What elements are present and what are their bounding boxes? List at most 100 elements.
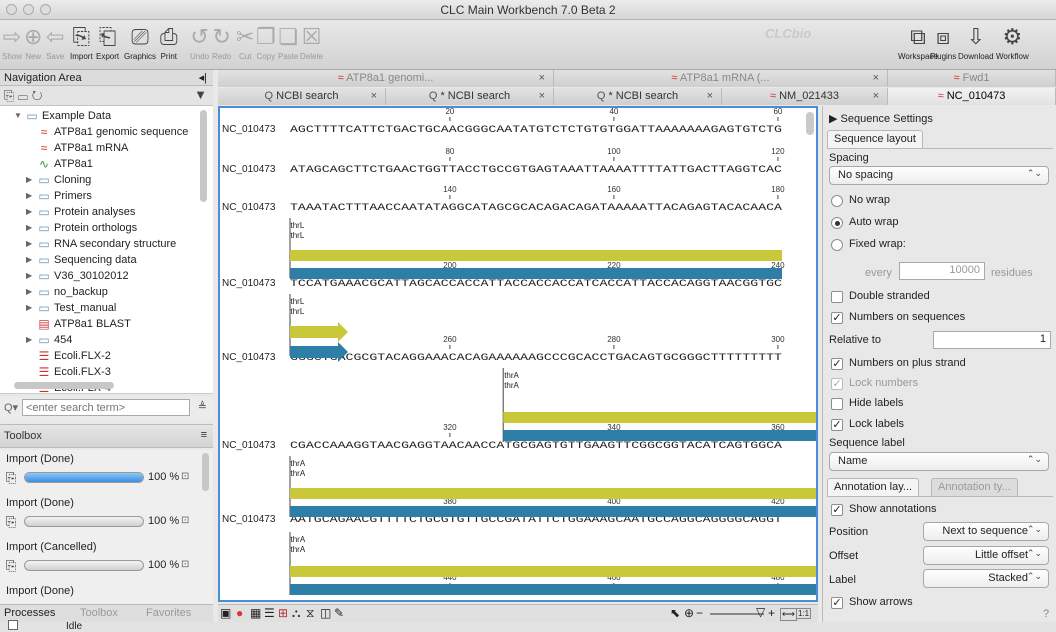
sequence-view-icon[interactable]: ▣: [220, 606, 231, 620]
workflow-button[interactable]: ⚙ Workflow: [996, 22, 1029, 61]
refresh-icon[interactable]: ↻: [32, 88, 43, 103]
tree-scrollbar[interactable]: [200, 110, 207, 202]
hide-labels-checkbox[interactable]: [831, 398, 843, 410]
cut-button[interactable]: ✂ Cut: [236, 22, 254, 61]
element-info-icon[interactable]: ◫: [320, 606, 331, 620]
fit-width-icon[interactable]: ⟷: [780, 608, 797, 621]
auto-wrap-radio[interactable]: [831, 217, 843, 229]
fixed-wrap-radio[interactable]: [831, 239, 843, 251]
table-view-icon[interactable]: ▦: [250, 606, 261, 620]
collapsed-arrow-icon[interactable]: ▶: [26, 204, 36, 220]
circular-view-icon[interactable]: ●: [236, 606, 243, 620]
collapsed-arrow-icon[interactable]: ▶: [26, 252, 36, 268]
collapsed-arrow-icon[interactable]: ▶: [26, 172, 36, 188]
editor-tab[interactable]: Q * NCBI search ×: [386, 88, 554, 105]
tab-processes[interactable]: Processes: [4, 607, 55, 619]
structure-view-icon[interactable]: ⛬: [292, 606, 300, 621]
lock-numbers-checkbox[interactable]: ✓: [831, 378, 843, 390]
relative-to-input[interactable]: 1: [933, 331, 1051, 349]
search-input[interactable]: [22, 399, 190, 416]
annotation-table-icon[interactable]: ⊞: [278, 606, 288, 620]
tab-sequence-layout[interactable]: Sequence layout: [827, 130, 923, 148]
every-input[interactable]: 10000: [899, 262, 985, 280]
close-tab-icon[interactable]: ×: [539, 88, 545, 105]
zoom-100-icon[interactable]: 1:1: [796, 608, 812, 619]
sequence-canvas[interactable]: 20 40 60 NC_010473 AGCTTTTCATTCTGACTGCAACGGG…: [220, 108, 816, 600]
editor-tab[interactable]: ≈ Fwd1: [888, 70, 1056, 87]
collapsed-arrow-icon[interactable]: ▶: [26, 300, 36, 316]
delete-button[interactable]: ☒ Delete: [300, 22, 323, 61]
collapsed-arrow-icon[interactable]: ▶: [26, 268, 36, 284]
text-view-icon[interactable]: ☰: [264, 606, 275, 620]
process-menu-icon[interactable]: ⊡: [181, 471, 189, 482]
process-menu-icon[interactable]: ⊡: [181, 515, 189, 526]
selection-mode-icon[interactable]: ⬉: [670, 606, 680, 620]
download-button[interactable]: ⇩ Download: [958, 22, 994, 61]
save-button[interactable]: ⇦ Save: [46, 22, 64, 61]
tab-annotation-layout[interactable]: Annotation lay...: [827, 478, 920, 496]
filter-icon[interactable]: ▼: [194, 87, 207, 102]
offset-select[interactable]: Little offset ⌃⌄: [923, 546, 1049, 565]
redo-button[interactable]: ↻ Redo: [212, 22, 231, 61]
print-button[interactable]: ⎙ Print: [160, 22, 178, 61]
status-checkbox[interactable]: [8, 620, 18, 630]
sequence-scrollbar[interactable]: [806, 112, 814, 135]
export-button[interactable]: ⎗ Export: [96, 22, 119, 61]
zoom-in-icon[interactable]: +: [768, 606, 775, 620]
close-tab-icon[interactable]: ×: [371, 88, 377, 105]
new-button[interactable]: ⊕ New: [24, 22, 42, 61]
show-arrows-checkbox[interactable]: ✓: [831, 597, 843, 609]
zoom-out-icon[interactable]: −: [696, 606, 703, 620]
toolbox-menu-icon[interactable]: ≡: [201, 429, 207, 441]
expanded-arrow-icon[interactable]: ▼: [14, 108, 24, 124]
collapsed-arrow-icon[interactable]: ▶: [26, 284, 36, 300]
close-tab-icon[interactable]: ×: [539, 70, 545, 87]
label-select[interactable]: Stacked ⌃⌄: [923, 569, 1049, 588]
tab-favorites[interactable]: Favorites: [146, 607, 191, 619]
import-button[interactable]: ⎘ Import: [70, 22, 93, 61]
editor-tab[interactable]: ≈ NC_010473: [888, 88, 1056, 105]
processes-scrollbar[interactable]: [202, 453, 209, 491]
tab-toolbox[interactable]: Toolbox: [80, 607, 118, 619]
show-button[interactable]: ⇨ Show: [2, 22, 22, 61]
close-tab-icon[interactable]: ×: [707, 88, 713, 105]
history-view-icon[interactable]: ⧖: [306, 606, 314, 621]
plugins-button[interactable]: ⧈ Plugins: [930, 22, 956, 61]
help-icon[interactable]: ?: [1043, 608, 1049, 620]
collapsed-arrow-icon[interactable]: ▶: [26, 332, 36, 348]
undo-button[interactable]: ↺ Undo: [190, 22, 209, 61]
editor-tab[interactable]: ≈ NM_021433 ×: [722, 88, 888, 105]
no-wrap-radio[interactable]: [831, 195, 843, 207]
collapsed-arrow-icon[interactable]: ▶: [26, 220, 36, 236]
position-select[interactable]: Next to sequence ⌃⌄: [923, 522, 1049, 541]
close-tab-icon[interactable]: ×: [873, 88, 879, 105]
collapsed-arrow-icon[interactable]: ▶: [26, 236, 36, 252]
numbers-plus-strand-checkbox[interactable]: ✓: [831, 358, 843, 370]
new-folder-icon[interactable]: ▭: [18, 88, 28, 103]
tab-annotation-types[interactable]: Annotation ty...: [931, 478, 1018, 496]
show-annotations-checkbox[interactable]: ✓: [831, 504, 843, 516]
search-options-icon[interactable]: ≜: [198, 400, 207, 413]
paste-button[interactable]: ❏ Paste: [278, 22, 298, 61]
editor-tab[interactable]: ≈ ATP8a1 genomi... ×: [218, 70, 554, 87]
editor-tab[interactable]: Q * NCBI search ×: [554, 88, 722, 105]
copy-button[interactable]: ❐ Copy: [256, 22, 276, 61]
toolbox-header[interactable]: Toolbox ≡: [0, 424, 213, 448]
zoom-icon[interactable]: ⊕: [684, 606, 694, 620]
lock-labels-checkbox[interactable]: ✓: [831, 419, 843, 431]
collapse-icon[interactable]: ◂|: [199, 71, 207, 84]
collapsed-arrow-icon[interactable]: ▶: [26, 188, 36, 204]
sequence-view[interactable]: 20 40 60 NC_010473 AGCTTTTCATTCTGACTGCAACGGG…: [218, 106, 818, 602]
add-folder-icon[interactable]: ⎘: [4, 88, 14, 103]
numbers-on-sequences-checkbox[interactable]: ✓: [831, 312, 843, 324]
process-menu-icon[interactable]: ⊡: [181, 559, 189, 570]
editor-tab[interactable]: Q NCBI search ×: [218, 88, 386, 105]
edit-icon[interactable]: ✎: [334, 606, 344, 620]
settings-header[interactable]: ▶ Sequence Settings: [829, 112, 933, 125]
sequence-label-select[interactable]: Name ⌃⌄: [829, 452, 1049, 471]
editor-tab[interactable]: ≈ ATP8a1 mRNA (... ×: [554, 70, 888, 87]
close-tab-icon[interactable]: ×: [873, 70, 879, 87]
graphics-button[interactable]: ⎚ Graphics: [124, 22, 156, 61]
zoom-slider-handle-icon[interactable]: ▽: [756, 605, 765, 619]
tree-horizontal-scrollbar[interactable]: [14, 382, 114, 389]
